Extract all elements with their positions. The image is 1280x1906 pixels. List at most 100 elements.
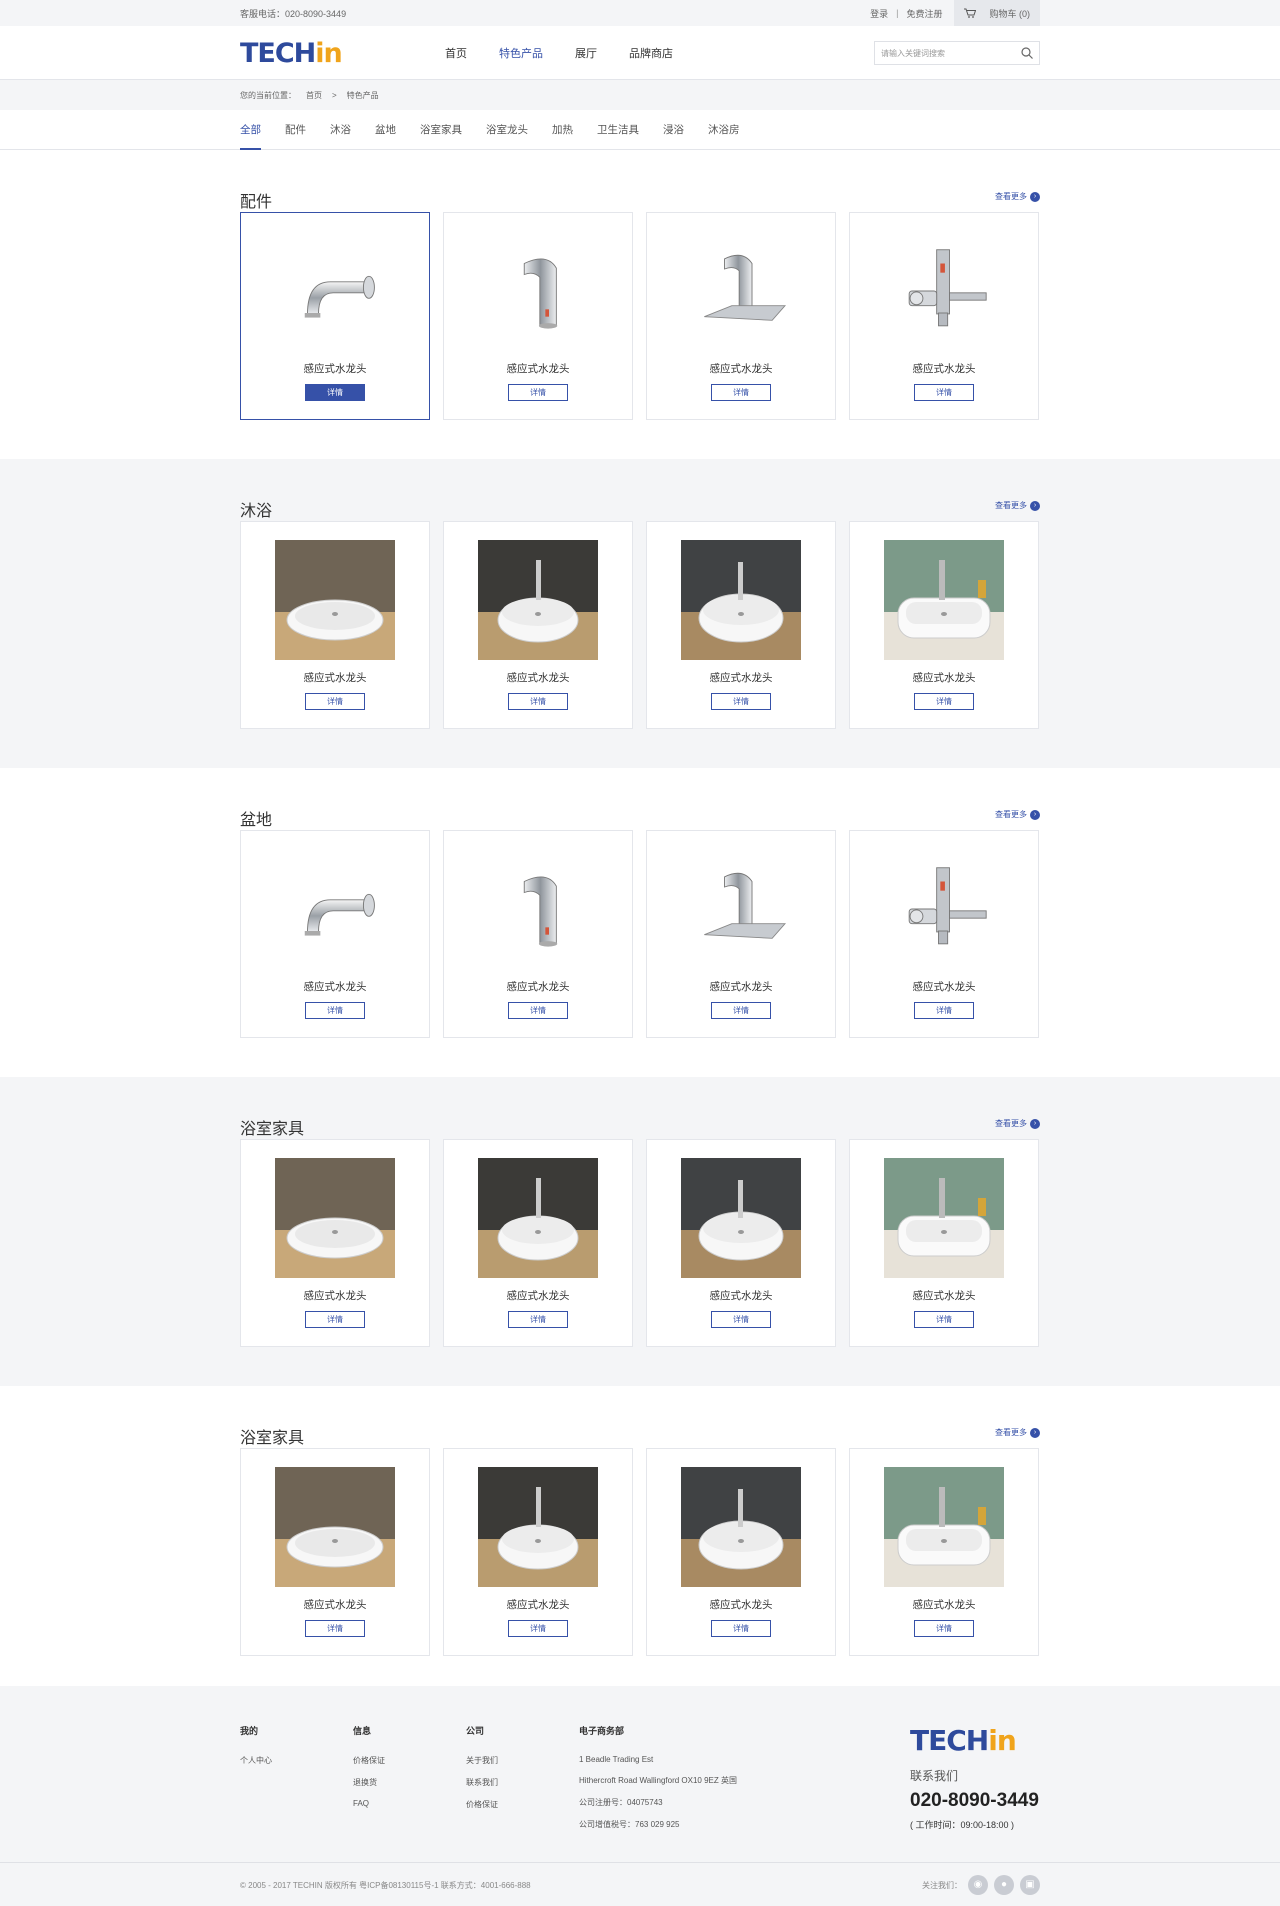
category-tab[interactable]: 浴室龙头 (486, 110, 528, 150)
product-card[interactable]: 感应式水龙头 详情 (849, 521, 1039, 729)
wechat-icon[interactable]: ● (994, 1875, 1014, 1895)
login-link[interactable]: 登录 (870, 7, 888, 20)
product-card[interactable]: 感应式水龙头 详情 (646, 1448, 836, 1656)
category-tab[interactable]: 全部 (240, 110, 261, 150)
footer-link[interactable]: 退换货 (353, 1777, 466, 1788)
footer-link[interactable]: FAQ (353, 1799, 466, 1808)
category-tab[interactable]: 配件 (285, 110, 306, 150)
product-image[interactable] (275, 1467, 395, 1587)
details-button[interactable]: 详情 (914, 384, 974, 401)
product-card[interactable]: 感应式水龙头 详情 (849, 212, 1039, 420)
product-card[interactable]: 感应式水龙头 详情 (443, 1139, 633, 1347)
breadcrumb-home[interactable]: 首页 (306, 90, 322, 101)
product-name[interactable]: 感应式水龙头 (913, 979, 976, 994)
product-name[interactable]: 感应式水龙头 (304, 670, 367, 685)
product-name[interactable]: 感应式水龙头 (710, 979, 773, 994)
details-button[interactable]: 详情 (305, 1311, 365, 1328)
product-card[interactable]: 感应式水龙头 详情 (646, 830, 836, 1038)
product-name[interactable]: 感应式水龙头 (507, 1288, 570, 1303)
details-button[interactable]: 详情 (711, 384, 771, 401)
footer-link[interactable]: 个人中心 (240, 1755, 353, 1766)
product-name[interactable]: 感应式水龙头 (710, 1597, 773, 1612)
product-image[interactable] (275, 849, 395, 969)
details-button[interactable]: 详情 (914, 1620, 974, 1637)
details-button[interactable]: 详情 (305, 1002, 365, 1019)
category-tab[interactable]: 浸浴 (663, 110, 684, 150)
product-name[interactable]: 感应式水龙头 (304, 1597, 367, 1612)
product-card[interactable]: 感应式水龙头 详情 (240, 1448, 430, 1656)
footer-link[interactable]: 关于我们 (466, 1755, 579, 1766)
product-card[interactable]: 感应式水龙头 详情 (240, 830, 430, 1038)
product-card[interactable]: 感应式水龙头 详情 (849, 830, 1039, 1038)
product-image[interactable] (681, 540, 801, 660)
product-image[interactable] (884, 231, 1004, 351)
product-image[interactable] (884, 849, 1004, 969)
category-tab[interactable]: 盆地 (375, 110, 396, 150)
product-image[interactable] (681, 1467, 801, 1587)
product-card[interactable]: 感应式水龙头 详情 (646, 1139, 836, 1347)
nav-item[interactable]: 首页 (445, 45, 467, 61)
product-image[interactable] (275, 231, 395, 351)
search-icon[interactable] (1021, 47, 1033, 59)
product-card[interactable]: 感应式水龙头 详情 (240, 212, 430, 420)
product-image[interactable] (884, 1158, 1004, 1278)
product-image[interactable] (275, 540, 395, 660)
product-name[interactable]: 感应式水龙头 (710, 1288, 773, 1303)
category-tab[interactable]: 浴室家具 (420, 110, 462, 150)
footer-link[interactable]: 价格保证 (466, 1799, 579, 1810)
product-name[interactable]: 感应式水龙头 (710, 670, 773, 685)
product-name[interactable]: 感应式水龙头 (507, 670, 570, 685)
details-button[interactable]: 详情 (508, 693, 568, 710)
view-more-link[interactable]: 查看更多 › (995, 500, 1040, 511)
details-button[interactable]: 详情 (305, 384, 365, 401)
product-card[interactable]: 感应式水龙头 详情 (443, 212, 633, 420)
product-image[interactable] (884, 1467, 1004, 1587)
details-button[interactable]: 详情 (305, 1620, 365, 1637)
product-image[interactable] (478, 540, 598, 660)
category-tab[interactable]: 沐浴 (330, 110, 351, 150)
product-image[interactable] (681, 849, 801, 969)
product-card[interactable]: 感应式水龙头 详情 (443, 521, 633, 729)
product-image[interactable] (884, 540, 1004, 660)
product-name[interactable]: 感应式水龙头 (913, 1597, 976, 1612)
register-link[interactable]: 免费注册 (906, 7, 942, 20)
details-button[interactable]: 详情 (914, 1002, 974, 1019)
view-more-link[interactable]: 查看更多 › (995, 1118, 1040, 1129)
product-name[interactable]: 感应式水龙头 (913, 1288, 976, 1303)
search-box[interactable]: 请输入关键词搜索 (874, 41, 1040, 65)
product-name[interactable]: 感应式水龙头 (913, 361, 976, 376)
details-button[interactable]: 详情 (508, 384, 568, 401)
view-more-link[interactable]: 查看更多 › (995, 191, 1040, 202)
footer-link[interactable]: 价格保证 (353, 1755, 466, 1766)
details-button[interactable]: 详情 (305, 693, 365, 710)
weibo-icon[interactable]: ◉ (968, 1875, 988, 1895)
product-card[interactable]: 感应式水龙头 详情 (240, 1139, 430, 1347)
product-card[interactable]: 感应式水龙头 详情 (240, 521, 430, 729)
product-card[interactable]: 感应式水龙头 详情 (443, 1448, 633, 1656)
details-button[interactable]: 详情 (508, 1002, 568, 1019)
details-button[interactable]: 详情 (711, 1002, 771, 1019)
product-card[interactable]: 感应式水龙头 详情 (849, 1448, 1039, 1656)
cart-button[interactable]: 购物车 (0) (954, 0, 1040, 26)
product-name[interactable]: 感应式水龙头 (507, 1597, 570, 1612)
search-input[interactable]: 请输入关键词搜索 (881, 48, 945, 59)
product-name[interactable]: 感应式水龙头 (710, 361, 773, 376)
product-image[interactable] (681, 1158, 801, 1278)
product-name[interactable]: 感应式水龙头 (913, 670, 976, 685)
category-tab[interactable]: 加热 (552, 110, 573, 150)
nav-item[interactable]: 展厅 (575, 45, 597, 61)
view-more-link[interactable]: 查看更多 › (995, 809, 1040, 820)
product-name[interactable]: 感应式水龙头 (304, 361, 367, 376)
details-button[interactable]: 详情 (711, 1311, 771, 1328)
details-button[interactable]: 详情 (914, 693, 974, 710)
product-card[interactable]: 感应式水龙头 详情 (849, 1139, 1039, 1347)
product-name[interactable]: 感应式水龙头 (507, 979, 570, 994)
details-button[interactable]: 详情 (711, 1620, 771, 1637)
product-image[interactable] (478, 231, 598, 351)
product-card[interactable]: 感应式水龙头 详情 (443, 830, 633, 1038)
product-image[interactable] (681, 231, 801, 351)
logo[interactable]: TECHin (240, 38, 445, 69)
details-button[interactable]: 详情 (508, 1620, 568, 1637)
product-image[interactable] (478, 1467, 598, 1587)
category-tab[interactable]: 沐浴房 (708, 110, 740, 150)
